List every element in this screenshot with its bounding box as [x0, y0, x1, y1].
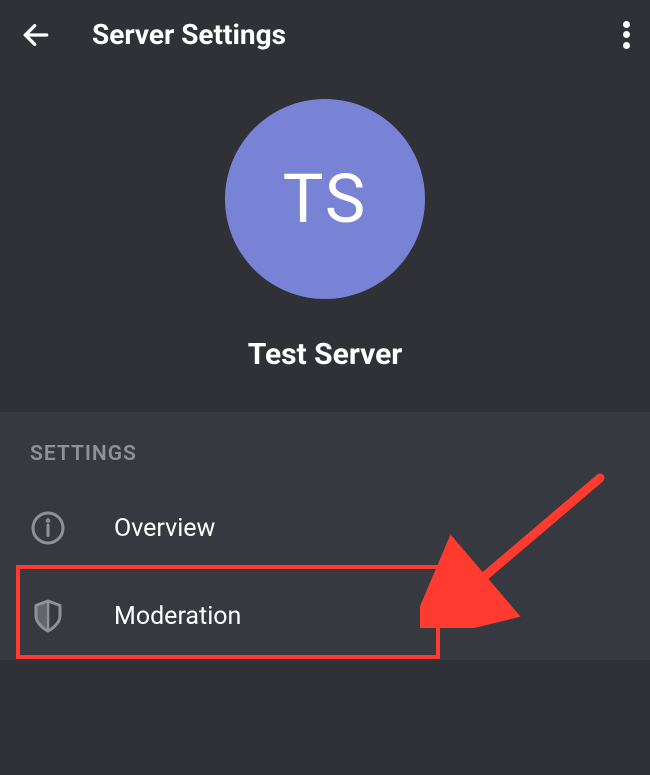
- menu-item-overview[interactable]: Overview: [0, 484, 650, 572]
- header-bar: Server Settings: [0, 0, 650, 69]
- shield-icon: [30, 598, 66, 634]
- more-options-icon[interactable]: [622, 19, 630, 51]
- settings-section-header: SETTINGS: [0, 442, 650, 484]
- menu-item-moderation[interactable]: Moderation: [0, 572, 650, 660]
- server-info-section: TS Test Server: [0, 69, 650, 412]
- page-title: Server Settings: [92, 18, 622, 51]
- menu-item-label: Moderation: [114, 602, 241, 631]
- server-name: Test Server: [248, 337, 403, 372]
- settings-section: SETTINGS Overview Moderation: [0, 412, 650, 660]
- back-arrow-icon[interactable]: [20, 19, 52, 51]
- server-avatar[interactable]: TS: [225, 99, 425, 299]
- menu-item-label: Overview: [114, 514, 215, 543]
- info-icon: [30, 510, 66, 546]
